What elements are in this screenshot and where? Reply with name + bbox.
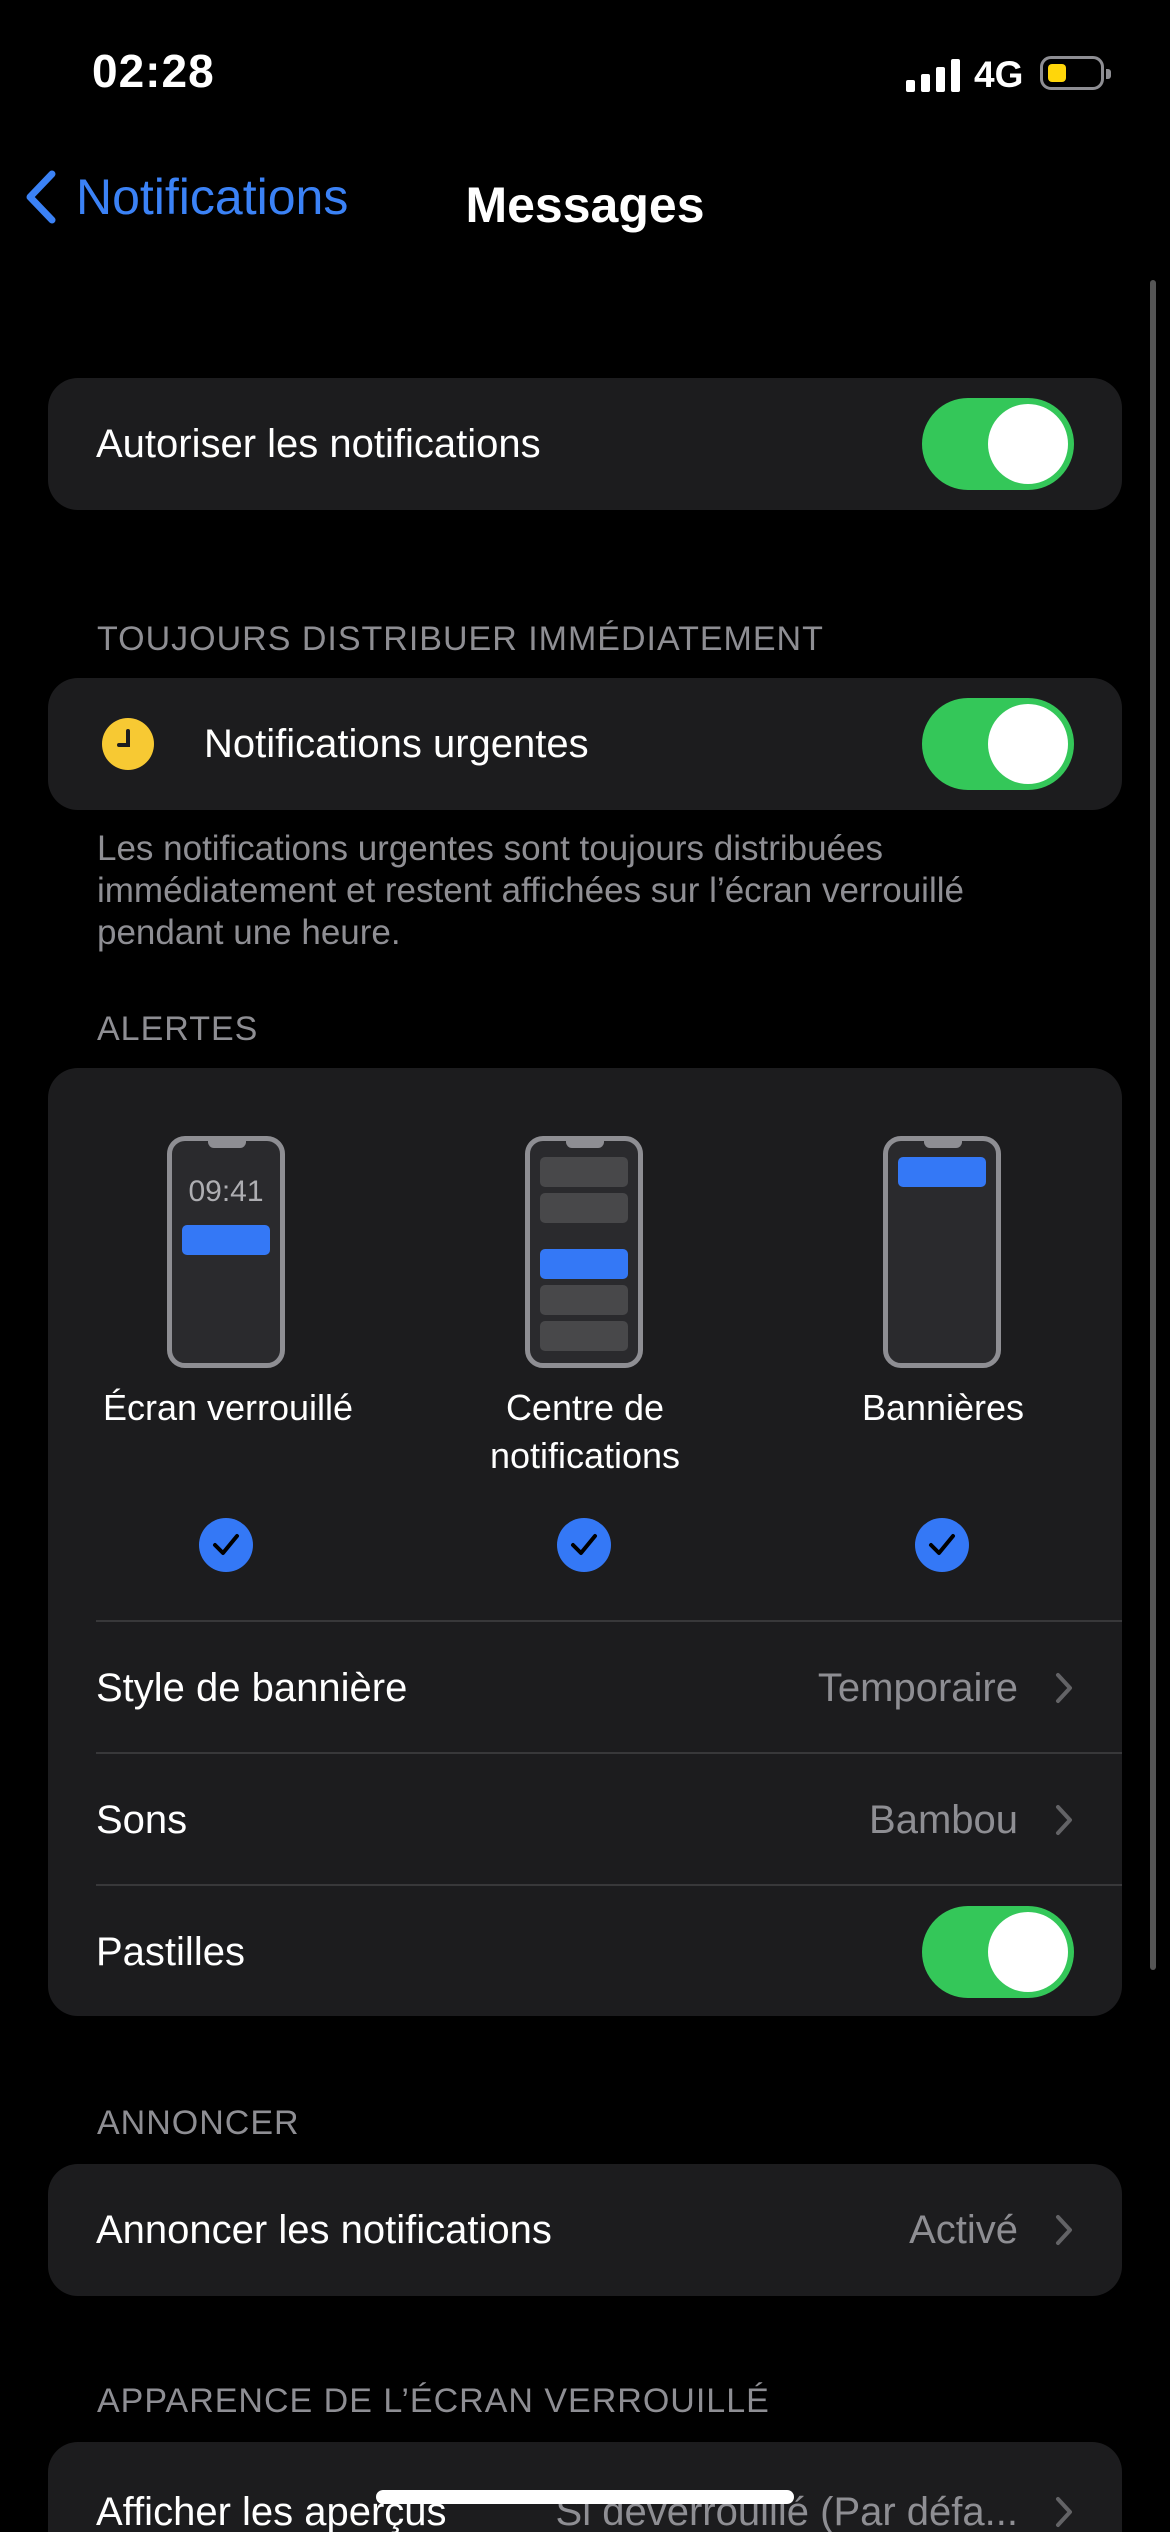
allow-notifications-toggle[interactable]	[922, 398, 1074, 490]
show-previews-row[interactable]: Afficher les aperçus Si déverrouillé (Pa…	[48, 2442, 1122, 2532]
sounds-row[interactable]: Sons Bambou	[48, 1754, 1122, 1886]
urgent-notifications-label: Notifications urgentes	[204, 721, 589, 766]
network-label: 4G	[974, 54, 1024, 95]
sounds-label: Sons	[96, 1797, 188, 1842]
clock-icon	[102, 718, 154, 770]
sounds-value: Bambou	[869, 1797, 1018, 1842]
notification-center-check-icon[interactable]	[557, 1518, 611, 1572]
lock-screen-caption: Écran verrouillé	[102, 1387, 354, 1428]
urgent-notifications-toggle[interactable]	[922, 698, 1074, 790]
home-indicator[interactable]	[376, 2490, 794, 2504]
page-title: Messages	[0, 176, 1170, 234]
announce-notifications-label: Annoncer les notifications	[96, 2207, 552, 2252]
urgent-section-header: TOUJOURS DISTRIBUER IMMÉDIATEMENT	[97, 620, 824, 658]
signal-icon	[906, 58, 960, 92]
banner-style-row[interactable]: Style de bannière Temporaire	[48, 1622, 1122, 1754]
badges-toggle[interactable]	[922, 1906, 1074, 1998]
announce-group: Annoncer les notifications Activé	[48, 2164, 1122, 2296]
chevron-right-icon	[1056, 1805, 1072, 1835]
banners-phone-icon[interactable]	[883, 1136, 1001, 1368]
allow-notifications-group: Autoriser les notifications	[48, 378, 1122, 510]
urgent-footer-text: Les notifications urgentes sont toujours…	[97, 829, 964, 952]
chevron-right-icon	[1056, 2215, 1072, 2245]
banners-caption: Bannières	[861, 1387, 1025, 1428]
announce-notifications-row[interactable]: Annoncer les notifications Activé	[48, 2164, 1122, 2296]
scrollbar[interactable]	[1150, 280, 1156, 1970]
banners-check-icon[interactable]	[915, 1518, 969, 1572]
notification-center-phone-icon[interactable]	[525, 1136, 643, 1368]
banner-style-label: Style de bannière	[96, 1665, 408, 1710]
status-time: 02:28	[92, 45, 215, 97]
urgent-group: Notifications urgentes	[48, 678, 1122, 810]
chevron-right-icon	[1056, 2497, 1072, 2527]
badges-label: Pastilles	[96, 1929, 245, 1974]
announce-section-header: ANNONCER	[97, 2104, 300, 2142]
lockscreen-section-header: APPARENCE DE L’ÉCRAN VERROUILLÉ	[97, 2382, 770, 2420]
badges-row: Pastilles	[48, 1886, 1122, 2018]
alerts-section-header: ALERTES	[97, 1010, 259, 1048]
announce-notifications-value: Activé	[909, 2207, 1018, 2252]
page-title-text: Messages	[465, 177, 705, 233]
phone-time: 09:41	[188, 1175, 264, 1208]
notification-center-caption: Centre de notifications	[489, 1387, 681, 1476]
lockscreen-group: Afficher les aperçus Si déverrouillé (Pa…	[48, 2442, 1122, 2532]
allow-notifications-row: Autoriser les notifications	[48, 378, 1122, 510]
battery-icon	[1040, 56, 1111, 90]
chevron-right-icon	[1056, 1673, 1072, 1703]
lock-screen-check-icon[interactable]	[199, 1518, 253, 1572]
allow-notifications-label: Autoriser les notifications	[96, 421, 541, 466]
urgent-notifications-row: Notifications urgentes	[48, 678, 1122, 810]
banner-style-value: Temporaire	[817, 1665, 1018, 1710]
alerts-group: 09:41 Écran verrouillé Centre de notific…	[48, 1068, 1122, 2016]
lock-screen-phone-icon[interactable]: 09:41	[167, 1136, 285, 1368]
